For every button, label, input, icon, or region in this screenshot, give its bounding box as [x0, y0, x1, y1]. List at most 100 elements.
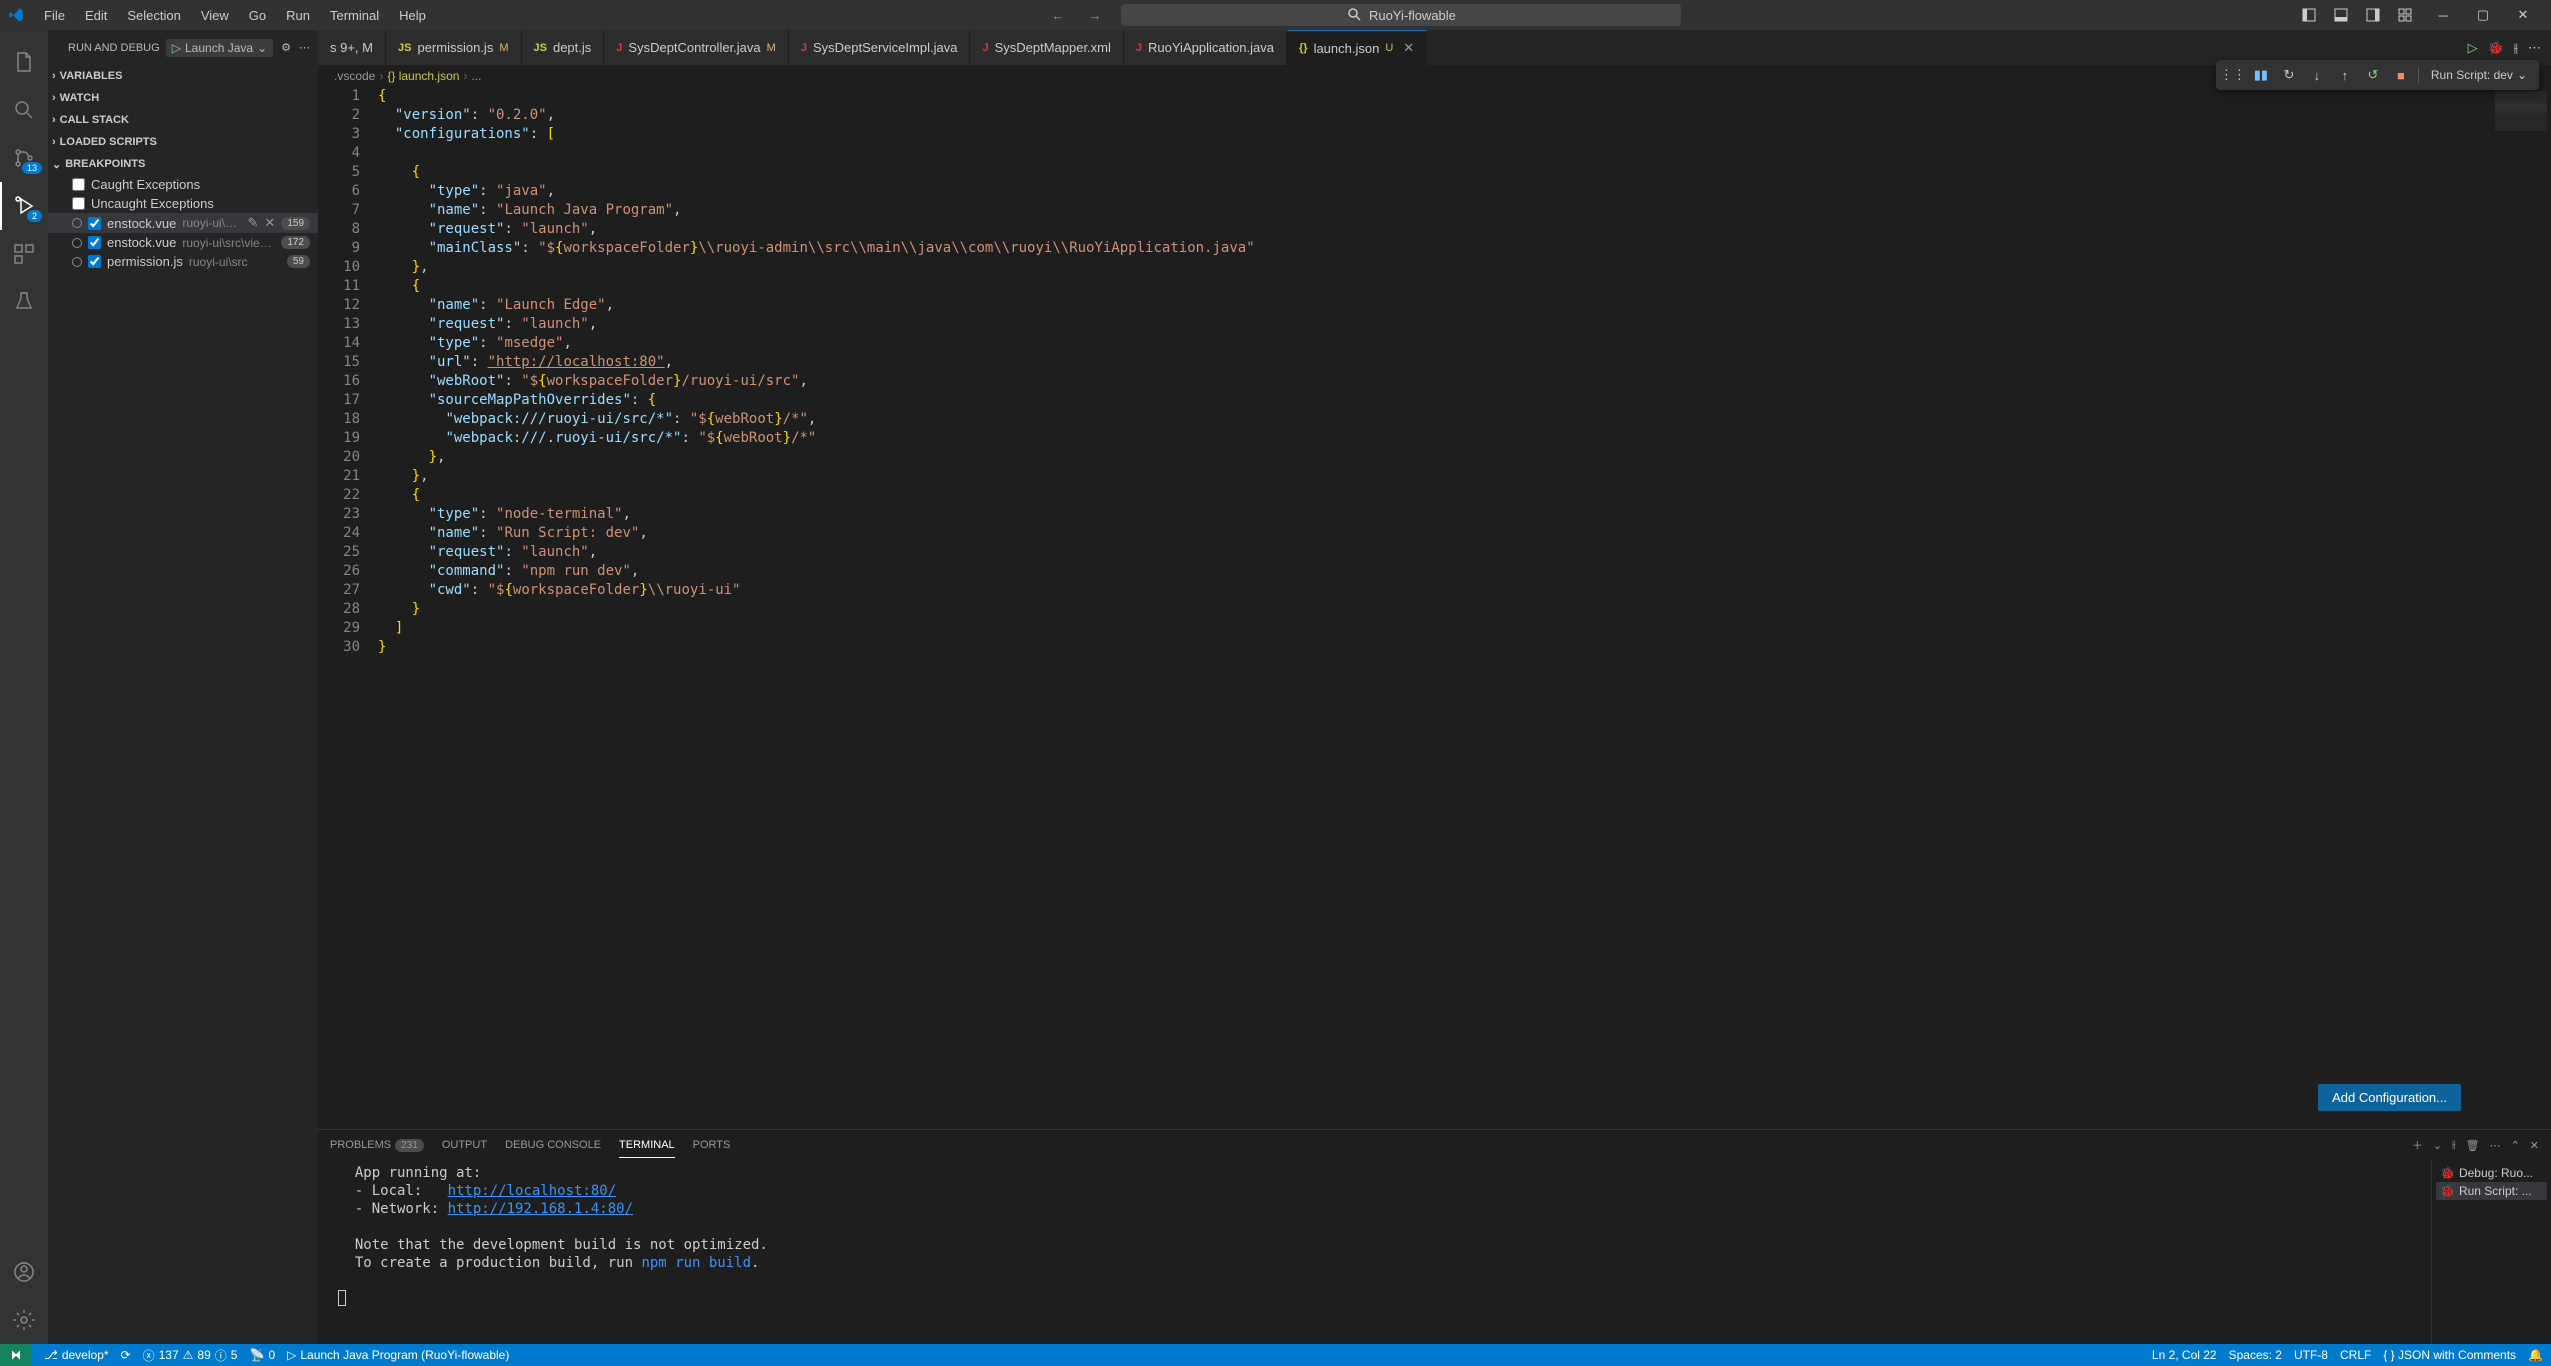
debug-toolbar[interactable]: ⋮⋮ ▮▮ ↻ ↓ ↑ ↺ ■ Run Script: dev ⌄ [2216, 60, 2539, 90]
terminal-chevron-icon[interactable]: ⌄ [2433, 1139, 2442, 1152]
breakpoint-item[interactable]: enstock.vueruoyi-ui\src\vi...✎✕159 [48, 213, 318, 233]
section-variables[interactable]: ›VARIABLES [48, 65, 318, 87]
activity-explorer[interactable] [0, 38, 48, 86]
cursor-position[interactable]: Ln 2, Col 22 [2152, 1348, 2217, 1362]
ports-forwarded[interactable]: 📡 0 [249, 1348, 275, 1362]
step-out-icon[interactable]: ↑ [2334, 64, 2356, 86]
maximize-panel-icon[interactable]: ⌃ [2511, 1139, 2520, 1152]
activity-scm[interactable]: 13 [0, 134, 48, 182]
menu-file[interactable]: File [36, 8, 73, 23]
breakpoint-checkbox[interactable] [88, 236, 101, 249]
edit-icon[interactable]: ✎ [248, 215, 259, 231]
layout-primary-icon[interactable] [2295, 1, 2323, 29]
editor-tab[interactable]: JSysDeptController.javaM [604, 30, 789, 65]
restart-icon[interactable]: ↺ [2362, 64, 2384, 86]
editor-tab[interactable]: JSysDeptServiceImpl.java [789, 30, 971, 65]
debug-session-picker[interactable]: Run Script: dev ⌄ [2425, 68, 2533, 82]
eol[interactable]: CRLF [2340, 1348, 2371, 1362]
editor-tab[interactable]: JSysDeptMapper.xml [970, 30, 1123, 65]
terminal-item[interactable]: 🐞Debug: Ruo... [2436, 1164, 2547, 1182]
section-watch[interactable]: ›WATCH [48, 87, 318, 109]
gear-icon[interactable]: ⚙ [281, 41, 291, 54]
command-center[interactable]: RuoYi-flowable [1121, 4, 1681, 26]
step-over-icon[interactable]: ↻ [2278, 64, 2300, 86]
close-tab-icon[interactable]: ✕ [1403, 40, 1414, 56]
menu-terminal[interactable]: Terminal [322, 8, 387, 23]
bp-uncaught-exceptions[interactable]: Uncaught Exceptions [48, 194, 318, 213]
panel-tab-problems[interactable]: PROBLEMS231 [330, 1133, 424, 1157]
bp-caught-exceptions[interactable]: Caught Exceptions [48, 175, 318, 194]
activity-account[interactable] [0, 1248, 48, 1296]
debug-icon[interactable]: 🐞 [2488, 40, 2504, 56]
section-breakpoints[interactable]: ⌄BREAKPOINTS [48, 153, 318, 175]
breakpoint-checkbox[interactable] [88, 255, 101, 268]
split-terminal-icon[interactable]: ⫲ [2452, 1139, 2456, 1152]
activity-extensions[interactable] [0, 230, 48, 278]
encoding[interactable]: UTF-8 [2294, 1348, 2328, 1362]
section-callstack[interactable]: ›CALL STACK [48, 109, 318, 131]
editor-tab[interactable]: {}launch.jsonU✕ [1287, 30, 1427, 65]
editor-tab[interactable]: s 9+, M [318, 30, 386, 65]
stop-icon[interactable]: ■ [2390, 64, 2412, 86]
indentation[interactable]: Spaces: 2 [2229, 1348, 2282, 1362]
new-terminal-icon[interactable]: ＋ [2412, 1137, 2423, 1153]
breakpoint-checkbox[interactable] [88, 217, 101, 230]
terminal-item[interactable]: 🐞Run Script: ... [2436, 1182, 2547, 1200]
activity-testing[interactable] [0, 278, 48, 326]
menu-view[interactable]: View [193, 8, 237, 23]
menu-help[interactable]: Help [391, 8, 434, 23]
notifications-icon[interactable]: 🔔 [2528, 1348, 2543, 1362]
editor-tab[interactable]: JSdept.js [522, 30, 605, 65]
panel-tab-ports[interactable]: PORTS [693, 1133, 731, 1157]
window-close[interactable]: ✕ [2503, 0, 2543, 30]
language-mode[interactable]: { } JSON with Comments [2383, 1348, 2516, 1362]
sidebar-title: RUN AND DEBUG [68, 42, 166, 54]
nav-back-icon[interactable]: ← [1047, 8, 1068, 23]
debug-status[interactable]: ▷ Launch Java Program (RuoYi-flowable) [287, 1348, 509, 1362]
drag-handle-icon[interactable]: ⋮⋮ [2222, 64, 2244, 86]
editor-tab[interactable]: JRuoYiApplication.java [1124, 30, 1287, 65]
kill-terminal-icon[interactable]: 🗑 [2466, 1139, 2480, 1152]
launch-config-dropdown[interactable]: ▷ Launch Java ⌄ [166, 39, 273, 57]
problems-errors[interactable]: ⓧ 137 ⚠ 89 ⓘ 5 [143, 1347, 238, 1364]
more-terminal-icon[interactable]: ⋯ [2490, 1139, 2501, 1152]
more-icon[interactable]: ⋯ [299, 41, 310, 54]
activity-settings[interactable] [0, 1296, 48, 1344]
section-loadedscripts[interactable]: ›LOADED SCRIPTS [48, 131, 318, 153]
remote-indicator[interactable] [0, 1344, 32, 1366]
menu-run[interactable]: Run [278, 8, 318, 23]
minimap[interactable] [2491, 87, 2551, 1129]
window-minimize[interactable]: ─ [2423, 0, 2463, 30]
activity-debug[interactable]: 2 [0, 182, 48, 230]
code-editor[interactable]: { "version": "0.2.0", "configurations": … [378, 87, 2491, 1129]
close-icon[interactable]: ✕ [264, 215, 275, 231]
add-configuration-button[interactable]: Add Configuration... [2318, 1084, 2461, 1111]
bp-caught-checkbox[interactable] [72, 178, 85, 191]
menu-selection[interactable]: Selection [119, 8, 188, 23]
editor-tab[interactable]: JSpermission.jsM [386, 30, 522, 65]
menu-go[interactable]: Go [241, 8, 274, 23]
layout-panel-icon[interactable] [2327, 1, 2355, 29]
layout-secondary-icon[interactable] [2359, 1, 2387, 29]
breakpoint-item[interactable]: enstock.vueruoyi-ui\src\views\home172 [48, 233, 318, 252]
panel-tab-terminal[interactable]: TERMINAL [619, 1133, 675, 1158]
close-panel-icon[interactable]: ✕ [2530, 1139, 2539, 1152]
bp-uncaught-checkbox[interactable] [72, 197, 85, 210]
split-editor-icon[interactable]: ⫲ [2514, 40, 2518, 56]
git-branch[interactable]: ⎇ develop* [44, 1348, 109, 1362]
layout-custom-icon[interactable] [2391, 1, 2419, 29]
nav-forward-icon[interactable]: → [1084, 8, 1105, 23]
pause-icon[interactable]: ▮▮ [2250, 64, 2272, 86]
terminal-output[interactable]: App running at: - Local: http://localhos… [318, 1160, 2431, 1344]
step-into-icon[interactable]: ↓ [2306, 64, 2328, 86]
run-icon[interactable]: ▷ [2468, 40, 2478, 56]
panel-tab-debug-console[interactable]: DEBUG CONSOLE [505, 1133, 601, 1157]
more-actions-icon[interactable]: ⋯ [2528, 40, 2541, 56]
breakpoint-item[interactable]: permission.jsruoyi-ui\src59 [48, 252, 318, 271]
activity-search[interactable] [0, 86, 48, 134]
activity-bar: 13 2 [0, 30, 48, 1344]
git-sync[interactable]: ⟳ [121, 1348, 131, 1362]
window-maximize[interactable]: ▢ [2463, 0, 2503, 30]
panel-tab-output[interactable]: OUTPUT [442, 1133, 487, 1157]
menu-edit[interactable]: Edit [77, 8, 115, 23]
